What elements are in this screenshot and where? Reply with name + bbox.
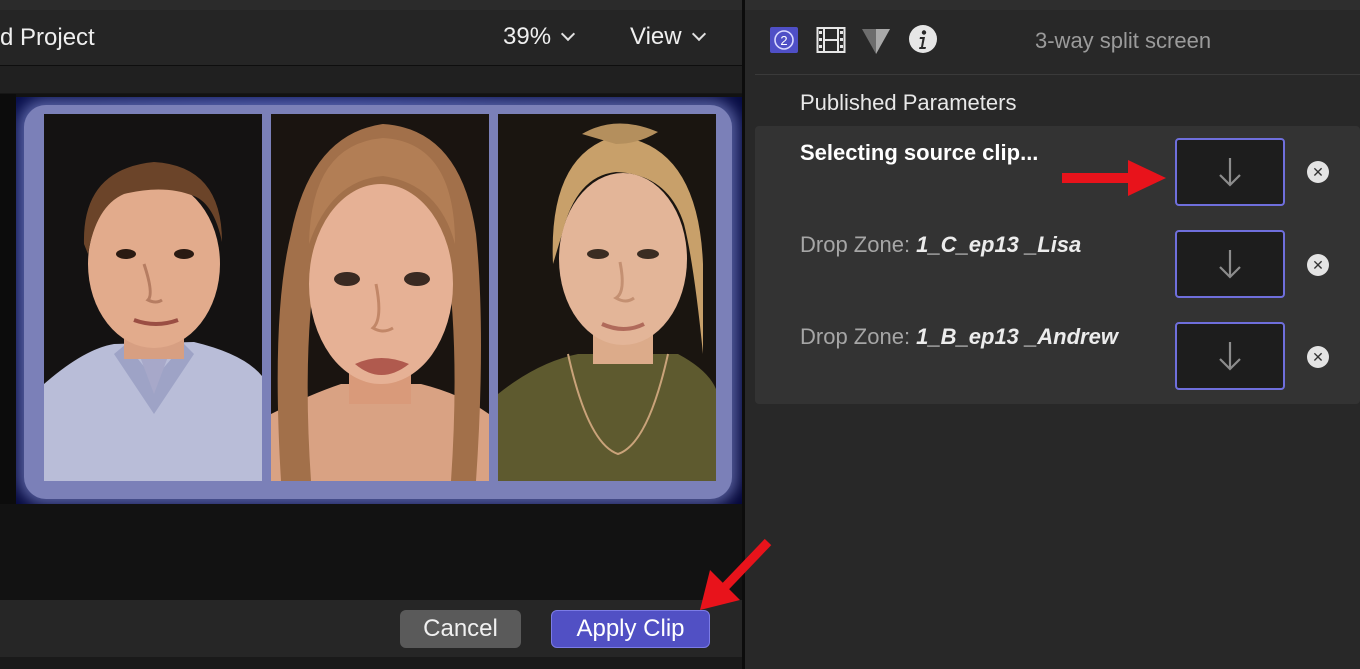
person-image: [498, 114, 716, 481]
close-icon: ✕: [1312, 349, 1324, 365]
drop-zone-well[interactable]: [1175, 138, 1285, 206]
published-parameters-heading: Published Parameters: [800, 90, 1017, 115]
generator-badge-icon[interactable]: 2: [769, 26, 799, 59]
apply-clip-button[interactable]: Apply Clip: [551, 610, 710, 648]
film-icon[interactable]: [816, 26, 846, 59]
project-title: d Project: [0, 24, 95, 51]
generator-badge-number: 2: [780, 33, 787, 48]
param-value: 1_B_ep13 _Andrew: [916, 324, 1118, 349]
canvas-edge: [0, 94, 16, 504]
inspector-clip-name: 3-way split screen: [1035, 28, 1212, 53]
info-icon[interactable]: [908, 24, 938, 59]
chevron-down-icon: [691, 26, 706, 42]
viewer-panel: d Project 39% View Cancel Apply Clip: [0, 0, 742, 669]
clear-button[interactable]: ✕: [1307, 254, 1329, 276]
param-value: 1_C_ep13 _Lisa: [916, 232, 1082, 257]
zoom-value: 39%: [503, 23, 552, 50]
clear-button[interactable]: ✕: [1307, 161, 1329, 183]
arrow-down-icon: [1219, 250, 1241, 279]
param-label: Selecting source clip...: [800, 140, 1039, 165]
param-row-selecting: Selecting source clip... ✕: [755, 126, 1360, 206]
close-icon: ✕: [1312, 257, 1324, 273]
param-label: Drop Zone: 1_B_ep13 _Andrew: [800, 324, 1118, 349]
chevron-down-icon: [560, 26, 576, 42]
param-label: Drop Zone: 1_C_ep13 _Lisa: [800, 232, 1082, 257]
viewer-info-strip: [0, 66, 742, 94]
inspector-panel: 2 3-way split screen Published Parameter…: [745, 0, 1360, 669]
param-row-drop-zone: Drop Zone: 1_B_ep13 _Andrew ✕: [755, 310, 1360, 390]
param-row-drop-zone: Drop Zone: 1_C_ep13 _Lisa ✕: [755, 218, 1360, 298]
close-icon: ✕: [1312, 164, 1324, 180]
split-pane-center: [271, 114, 489, 481]
inspector-separator: [755, 74, 1360, 75]
cancel-button[interactable]: Cancel: [400, 610, 521, 648]
split-pane-left: [44, 114, 262, 481]
viewer-header: d Project 39% View: [0, 10, 742, 66]
viewer-bottom-strip: [0, 657, 742, 669]
clear-button[interactable]: ✕: [1307, 346, 1329, 368]
video-preview: [16, 97, 742, 504]
inspector-header: 2 3-way split screen: [745, 10, 1360, 74]
dialog-footer: Cancel Apply Clip: [0, 599, 742, 657]
viewer-canvas[interactable]: [0, 94, 742, 599]
split-pane-right: [498, 114, 716, 481]
view-label: View: [630, 23, 682, 50]
zoom-dropdown[interactable]: 39%: [503, 23, 576, 51]
published-parameters-group: Selecting source clip... ✕ Drop Zone: 1_…: [755, 126, 1360, 404]
arrow-down-icon: [1219, 158, 1241, 187]
inspector-top-strip: [745, 0, 1360, 10]
drop-zone-well[interactable]: [1175, 230, 1285, 298]
viewer-top-strip: [0, 0, 742, 10]
filter-icon[interactable]: [860, 26, 892, 61]
drop-zone-well[interactable]: [1175, 322, 1285, 390]
arrow-down-icon: [1219, 342, 1241, 371]
person-image: [271, 114, 489, 481]
person-image: [44, 114, 262, 481]
view-dropdown[interactable]: View: [630, 23, 706, 51]
